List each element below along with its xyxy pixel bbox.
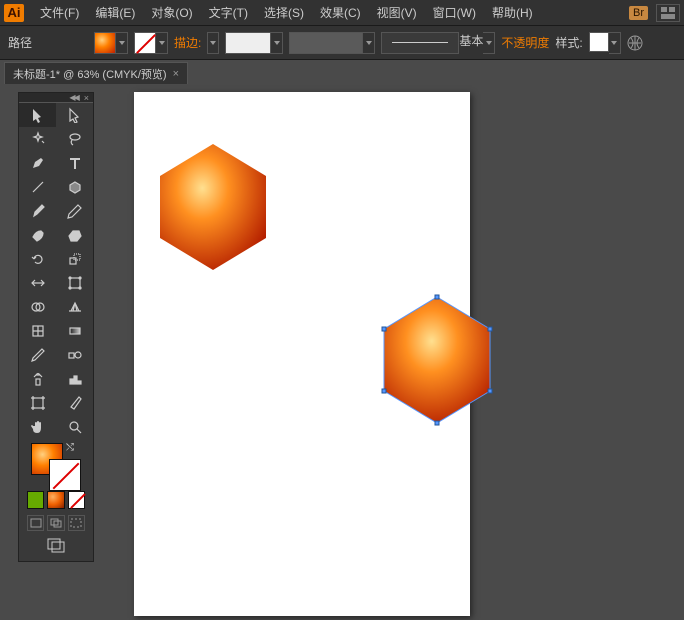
anchor-point[interactable] (382, 389, 387, 394)
anchor-point[interactable] (488, 389, 493, 394)
opacity-label[interactable]: 不透明度 (501, 34, 549, 51)
menu-view[interactable]: 视图(V) (369, 1, 425, 24)
artboard[interactable] (134, 92, 470, 616)
width-tool[interactable] (19, 271, 56, 295)
symbol-sprayer-tool[interactable] (19, 367, 56, 391)
draw-inside-button[interactable] (68, 515, 85, 531)
variable-width-dropdown[interactable] (363, 32, 375, 54)
stroke-dropdown[interactable] (156, 32, 168, 54)
brush-dropdown[interactable] (483, 32, 495, 54)
document-tab-row: 未标题-1* @ 63% (CMYK/预览) × (0, 60, 684, 84)
fill-stroke-indicator[interactable]: ⤭ (19, 439, 93, 489)
document-tab[interactable]: 未标题-1* @ 63% (CMYK/预览) × (4, 62, 188, 84)
mesh-tool[interactable] (19, 319, 56, 343)
stroke-weight-field[interactable] (225, 32, 271, 54)
eraser-tool[interactable] (56, 223, 93, 247)
menu-file[interactable]: 文件(F) (32, 1, 87, 24)
control-bar: 路径 描边: 基本 不透明度 样式: (0, 26, 684, 60)
fill-swatch[interactable] (94, 32, 116, 54)
stroke-weight-dropdown[interactable] (271, 32, 283, 54)
line-segment-tool[interactable] (19, 175, 56, 199)
blend-tool[interactable] (56, 343, 93, 367)
draw-normal-button[interactable] (27, 515, 44, 531)
stroke-weight-stepper[interactable] (207, 32, 219, 54)
graphic-style-dropdown[interactable] (609, 32, 621, 54)
blob-brush-tool[interactable] (19, 223, 56, 247)
brush-definition[interactable] (381, 32, 459, 54)
stroke-label: 描边: (174, 34, 201, 51)
app-logo: Ai (4, 4, 24, 22)
bridge-button[interactable]: Br (629, 6, 648, 20)
draw-behind-button[interactable] (47, 515, 64, 531)
work-area: ◀◀× (0, 84, 684, 620)
menu-object[interactable]: 对象(O) (143, 1, 200, 24)
hand-tool[interactable] (19, 415, 56, 439)
pencil-tool[interactable] (56, 199, 93, 223)
swap-fill-stroke-icon[interactable]: ⤭ (66, 442, 74, 453)
direct-selection-tool[interactable] (56, 103, 93, 127)
type-tool[interactable] (56, 151, 93, 175)
pen-tool[interactable] (19, 151, 56, 175)
free-transform-tool[interactable] (56, 271, 93, 295)
menubar: Ai 文件(F) 编辑(E) 对象(O) 文字(T) 选择(S) 效果(C) 视… (0, 0, 684, 26)
perspective-grid-tool[interactable] (56, 295, 93, 319)
hexagon-shape-1[interactable] (156, 142, 270, 272)
menu-type[interactable]: 文字(T) (201, 1, 256, 24)
hexagon-shape-2-selected[interactable] (380, 294, 494, 426)
menu-select[interactable]: 选择(S) (256, 1, 312, 24)
selection-type-label: 路径 (8, 34, 32, 51)
menu-effect[interactable]: 效果(C) (312, 1, 369, 24)
recolor-icon[interactable] (627, 35, 643, 51)
shape-builder-tool[interactable] (19, 295, 56, 319)
menu-edit[interactable]: 编辑(E) (87, 1, 143, 24)
menu-help[interactable]: 帮助(H) (484, 1, 541, 24)
magic-wand-tool[interactable] (19, 127, 56, 151)
column-graph-tool[interactable] (56, 367, 93, 391)
stroke-swatch[interactable] (134, 32, 156, 54)
tools-panel-header[interactable]: ◀◀× (19, 93, 93, 103)
paintbrush-tool[interactable] (19, 199, 56, 223)
stroke-indicator[interactable] (49, 459, 81, 491)
variable-width-profile[interactable] (289, 32, 363, 54)
tools-panel: ◀◀× (18, 92, 94, 562)
slice-tool[interactable] (56, 391, 93, 415)
color-mode-button[interactable] (27, 491, 44, 509)
scale-tool[interactable] (56, 247, 93, 271)
style-label: 样式: (555, 34, 582, 51)
zoom-tool[interactable] (56, 415, 93, 439)
anchor-point[interactable] (382, 327, 387, 332)
rotate-tool[interactable] (19, 247, 56, 271)
selection-tool[interactable] (19, 103, 56, 127)
screen-mode-button[interactable] (19, 531, 93, 553)
eyedropper-tool[interactable] (19, 343, 56, 367)
gradient-tool[interactable] (56, 319, 93, 343)
anchor-point[interactable] (435, 295, 440, 300)
fill-dropdown[interactable] (116, 32, 128, 54)
anchor-point[interactable] (435, 421, 440, 426)
graphic-style-swatch[interactable] (589, 32, 609, 52)
lasso-tool[interactable] (56, 127, 93, 151)
artboard-tool[interactable] (19, 391, 56, 415)
rectangle-tool[interactable] (56, 175, 93, 199)
menu-window[interactable]: 窗口(W) (425, 1, 484, 24)
document-tab-title: 未标题-1* @ 63% (CMYK/预览) (13, 66, 167, 82)
brush-basic-label: 基本 (459, 32, 483, 54)
gradient-mode-button[interactable] (47, 491, 64, 509)
anchor-point[interactable] (488, 327, 493, 332)
workspace-switcher[interactable] (656, 4, 680, 22)
none-mode-button[interactable] (68, 491, 85, 509)
document-tab-close[interactable]: × (173, 68, 179, 80)
